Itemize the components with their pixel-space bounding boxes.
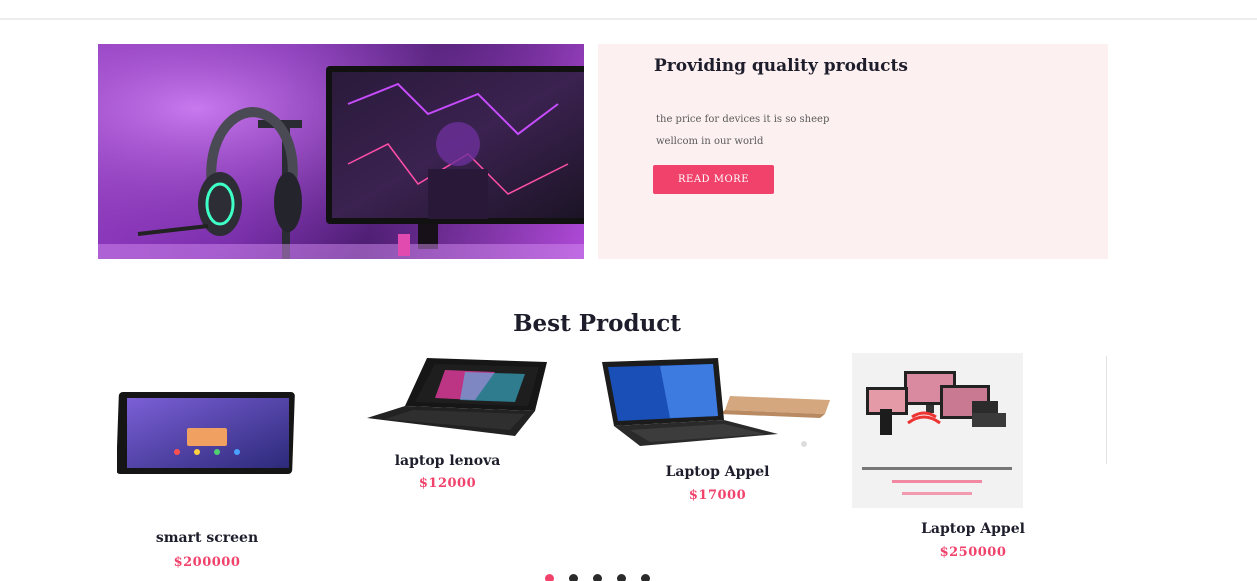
product-name[interactable]: smart screen	[117, 530, 297, 546]
carousel-dot[interactable]	[617, 574, 626, 581]
read-more-button[interactable]: READ MORE	[653, 165, 774, 194]
hero-title: Providing quality products	[654, 56, 908, 76]
hero-banner-image	[98, 44, 584, 259]
carousel-divider	[1106, 356, 1107, 464]
product-image-laptop-appel[interactable]	[600, 356, 835, 448]
product-price: $12000	[418, 476, 477, 491]
product-image-laptop-lenova[interactable]	[365, 356, 550, 438]
product-price: $200000	[173, 555, 241, 570]
hero-description-line-1: the price for devices it is so sheep	[656, 114, 830, 125]
product-name[interactable]: Laptop Appel	[635, 464, 800, 480]
hero-description-line-2: wellcom in our world	[656, 136, 764, 147]
product-name[interactable]: laptop lenova	[365, 453, 530, 469]
section-title: Best Product	[513, 310, 681, 337]
carousel-dots	[545, 574, 675, 581]
carousel-dot[interactable]	[545, 574, 554, 581]
carousel-dot[interactable]	[593, 574, 602, 581]
product-price: $250000	[939, 545, 1007, 560]
product-image-devices-bundle[interactable]	[852, 353, 1023, 508]
top-bar	[0, 0, 1257, 20]
carousel-dot[interactable]	[641, 574, 650, 581]
product-name[interactable]: Laptop Appel	[887, 521, 1059, 537]
carousel-dot[interactable]	[569, 574, 578, 581]
product-image-smart-screen[interactable]	[116, 390, 297, 476]
hero-panel: Providing quality products the price for…	[598, 44, 1108, 259]
product-price: $17000	[688, 488, 747, 503]
